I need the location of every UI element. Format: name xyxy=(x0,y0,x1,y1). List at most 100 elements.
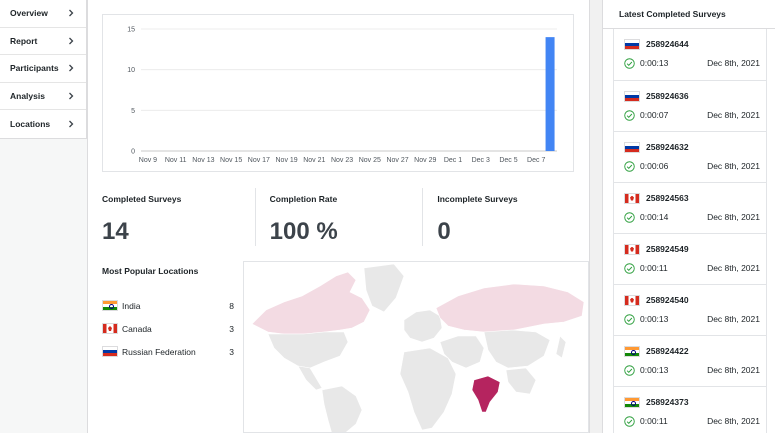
survey-date: Dec 8th, 2021 xyxy=(707,416,760,426)
stat-value: 0 xyxy=(437,218,451,245)
survey-id: 258924644 xyxy=(646,39,689,49)
list-item[interactable]: 258924549 0:00:11 Dec 8th, 2021 xyxy=(613,233,767,285)
chevron-right-icon xyxy=(65,118,77,130)
map-region-canada[interactable] xyxy=(251,271,371,335)
russia-flag-icon xyxy=(624,90,640,102)
sidebar-item-locations[interactable]: Locations xyxy=(0,110,86,138)
list-item[interactable]: 258924636 0:00:07 Dec 8th, 2021 xyxy=(613,80,767,132)
map-region-russia[interactable] xyxy=(435,283,585,333)
sidebar-item-report[interactable]: Report xyxy=(0,28,86,56)
russia-flag-icon xyxy=(102,346,118,357)
list-item[interactable]: 258924644 0:00:13 Dec 8th, 2021 xyxy=(613,29,767,81)
list-item: Canada 3 xyxy=(102,317,234,340)
check-circle-icon xyxy=(624,160,635,172)
map-region-india[interactable] xyxy=(471,375,501,413)
stat-completed-surveys: Completed Surveys 14 xyxy=(102,188,255,246)
bar-chart: 0 5 10 15 Nov 9 Nov 11 Nov 13 Nov 15 Nov 17 Nov 1… xyxy=(127,27,557,164)
chart-bar[interactable] xyxy=(545,37,555,151)
list-item[interactable]: 258924422 0:00:13 Dec 8th, 2021 xyxy=(613,335,767,387)
x-tick-label: Nov 9 xyxy=(139,157,157,164)
x-tick-label: Nov 29 xyxy=(414,157,436,164)
x-tick-label: Nov 17 xyxy=(248,157,270,164)
map-region-southeast-asia[interactable] xyxy=(505,367,537,395)
list-item[interactable]: 258924563 0:00:14 Dec 8th, 2021 xyxy=(613,182,767,234)
stat-label: Completion Rate xyxy=(269,194,338,204)
sidebar-item-label: Locations xyxy=(10,119,51,130)
x-tick-label: Nov 21 xyxy=(303,157,325,164)
location-name: Canada xyxy=(122,323,152,334)
survey-date: Dec 8th, 2021 xyxy=(707,314,760,324)
sidebar: Overview Report Participants Analysis Lo… xyxy=(0,0,87,433)
survey-duration: 0:00:13 xyxy=(640,314,669,324)
map-region-china[interactable] xyxy=(483,329,551,369)
survey-id: 258924540 xyxy=(646,295,689,305)
stat-value: 100 % xyxy=(269,218,338,245)
india-flag-icon xyxy=(102,300,118,311)
stat-label: Incomplete Surveys xyxy=(437,194,518,204)
chevron-right-icon xyxy=(65,62,77,74)
y-tick-label: 15 xyxy=(127,27,135,34)
main-panel: 0 5 10 15 Nov 9 Nov 11 Nov 13 Nov 15 Nov 17 Nov 1… xyxy=(87,0,590,433)
sidebar-item-participants[interactable]: Participants xyxy=(0,55,86,83)
survey-duration: 0:00:13 xyxy=(640,58,669,68)
survey-date: Dec 8th, 2021 xyxy=(707,58,760,68)
map-region-south-america[interactable] xyxy=(321,385,363,433)
russia-flag-icon xyxy=(624,38,640,50)
stat-label: Completed Surveys xyxy=(102,194,182,204)
sidebar-item-analysis[interactable]: Analysis xyxy=(0,83,86,111)
survey-id: 258924632 xyxy=(646,142,689,152)
canada-flag-icon xyxy=(624,294,640,306)
stat-incomplete-surveys: Incomplete Surveys 0 xyxy=(422,188,590,246)
india-flag-icon xyxy=(624,396,640,408)
latest-surveys-list: 258924644 0:00:13 Dec 8th, 2021 258924636… xyxy=(603,29,775,433)
check-circle-icon xyxy=(624,57,635,69)
survey-id: 258924563 xyxy=(646,193,689,203)
survey-duration: 0:00:14 xyxy=(640,212,669,222)
x-tick-label: Dec 3 xyxy=(472,157,490,164)
chevron-right-icon xyxy=(65,35,77,47)
map-region-europe[interactable] xyxy=(403,309,443,343)
sidebar-item-label: Analysis xyxy=(10,91,45,102)
world-map-graphic xyxy=(251,263,585,433)
x-tick-label: Nov 27 xyxy=(386,157,408,164)
sidebar-item-overview[interactable]: Overview xyxy=(0,0,86,28)
list-item[interactable]: 258924540 0:00:13 Dec 8th, 2021 xyxy=(613,284,767,336)
map-region-japan[interactable] xyxy=(555,335,567,359)
survey-date: Dec 8th, 2021 xyxy=(707,212,760,222)
sidebar-item-label: Participants xyxy=(10,63,59,74)
chevron-right-icon xyxy=(65,7,77,19)
canada-flag-icon xyxy=(624,243,640,255)
check-circle-icon xyxy=(624,415,635,427)
list-item[interactable]: 258924373 0:00:11 Dec 8th, 2021 xyxy=(613,386,767,433)
russia-flag-icon xyxy=(624,141,640,153)
stats-row: Completed Surveys 14 Completion Rate 100… xyxy=(102,188,590,246)
completions-chart: 0 5 10 15 Nov 9 Nov 11 Nov 13 Nov 15 Nov 17 Nov 1… xyxy=(102,14,574,172)
chevron-right-icon xyxy=(65,90,77,102)
location-name: Russian Federation xyxy=(122,346,196,357)
survey-id: 258924549 xyxy=(646,244,689,254)
y-tick-label: 5 xyxy=(131,108,135,115)
list-item: Russian Federation 3 xyxy=(102,340,234,363)
survey-id: 258924636 xyxy=(646,91,689,101)
survey-date: Dec 8th, 2021 xyxy=(707,365,760,375)
survey-duration: 0:00:11 xyxy=(640,416,668,426)
sidebar-item-label: Overview xyxy=(10,8,48,19)
map-region-central-america[interactable] xyxy=(297,365,323,391)
map-region-usa[interactable] xyxy=(267,331,349,369)
location-count: 3 xyxy=(229,323,234,334)
check-circle-icon xyxy=(624,313,635,325)
world-map[interactable] xyxy=(243,261,589,433)
stat-completion-rate: Completion Rate 100 % xyxy=(254,188,423,246)
survey-id: 258924422 xyxy=(646,346,689,356)
survey-duration: 0:00:06 xyxy=(640,161,669,171)
y-tick-label: 10 xyxy=(127,67,135,74)
list-item[interactable]: 258924632 0:00:06 Dec 8th, 2021 xyxy=(613,131,767,183)
check-circle-icon xyxy=(624,262,635,274)
survey-duration: 0:00:11 xyxy=(640,263,668,273)
map-region-africa[interactable] xyxy=(399,347,457,431)
canada-flag-icon xyxy=(102,323,118,334)
map-region-greenland[interactable] xyxy=(363,263,405,313)
x-tick-label: Nov 19 xyxy=(276,157,298,164)
stat-value: 14 xyxy=(102,218,129,245)
y-tick-label: 0 xyxy=(131,149,135,156)
